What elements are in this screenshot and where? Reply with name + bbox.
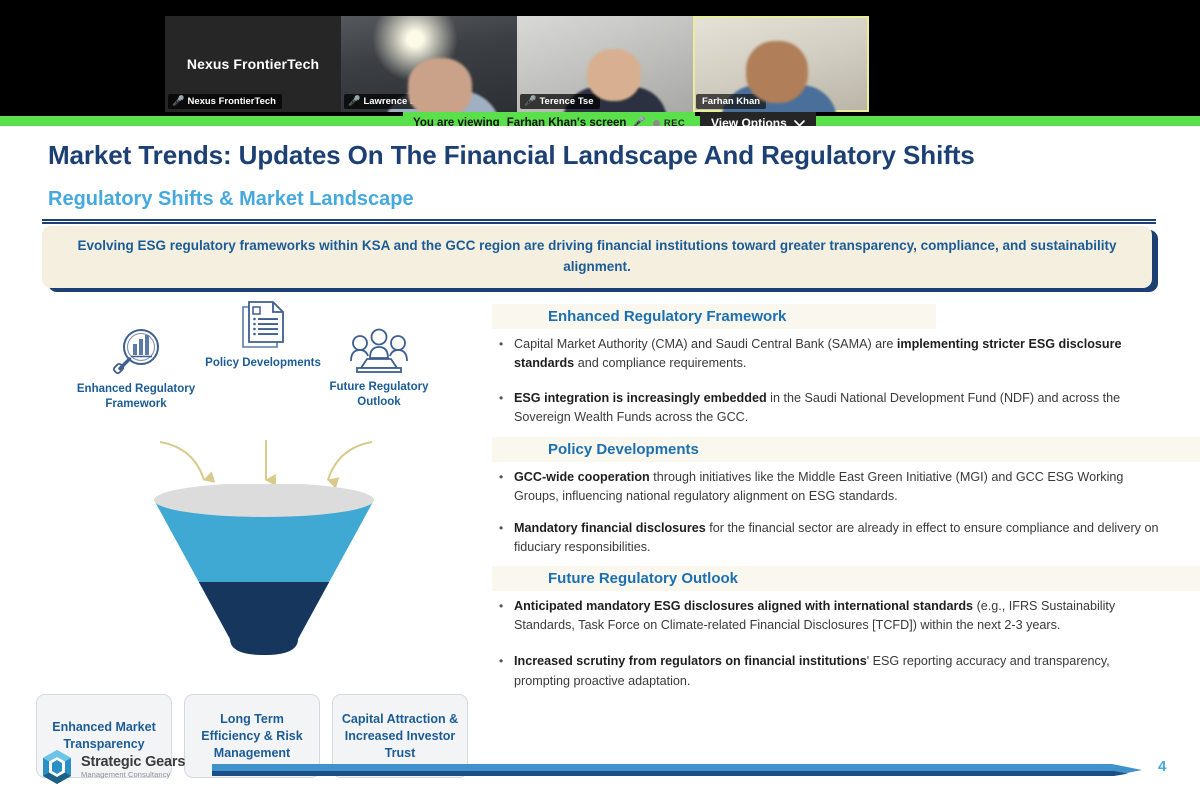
mic-muted-icon: 🎤 xyxy=(348,95,361,107)
section-bullets-0: Capital Market Authority (CMA) and Saudi… xyxy=(492,335,1160,428)
bullet-item: Capital Market Authority (CMA) and Saudi… xyxy=(492,335,1160,373)
mic-muted-icon: 🎤 xyxy=(524,95,537,107)
company-logo: Strategic Gears Management Consultancy xyxy=(40,748,185,786)
hexagon-gear-icon xyxy=(43,750,71,784)
page-number: 4 xyxy=(1158,758,1167,775)
section-heading-0: Enhanced Regulatory Framework xyxy=(492,304,936,329)
participant-tiles: Nexus FrontierTech 🎤 Nexus FrontierTech … xyxy=(165,16,869,112)
participant-name-3: Farhan Khan xyxy=(702,96,761,107)
section-heading-1: Policy Developments xyxy=(492,436,1200,462)
slide-footer: Strategic Gears Management Consultancy 4 xyxy=(0,744,1200,800)
zoom-video-strip: Nexus FrontierTech 🎤 Nexus FrontierTech … xyxy=(0,0,1200,134)
shared-screen: Nexus FrontierTech 🎤 Nexus FrontierTech … xyxy=(0,0,1200,800)
funnel-shape xyxy=(148,483,380,674)
documents-icon xyxy=(200,298,326,352)
participant-tile-0[interactable]: Nexus FrontierTech 🎤 Nexus FrontierTech xyxy=(165,16,341,112)
content-sections: Enhanced Regulatory Framework Capital Ma… xyxy=(492,304,1200,700)
funnel-input-2: Future Regulatory Outlook xyxy=(318,328,440,410)
tile-company-name: Nexus FrontierTech xyxy=(186,56,320,72)
tile-name-label-3: Farhan Khan xyxy=(696,94,767,109)
participant-tile-1[interactable]: 🎤 Lawrence Billson xyxy=(341,16,517,112)
magnifier-bar-chart-icon xyxy=(76,326,196,378)
tile-name-label-2: 🎤 Terence Tse xyxy=(520,94,600,109)
page-title: Market Trends: Updates On The Financial … xyxy=(48,140,975,170)
section-bullets-1: GCC-wide cooperation through initiatives… xyxy=(492,468,1160,558)
logo-name: Strategic Gears xyxy=(81,753,186,770)
callout-banner: Evolving ESG regulatory frameworks withi… xyxy=(42,226,1152,288)
funnel-arrows xyxy=(156,436,376,490)
participant-name-0: Nexus FrontierTech xyxy=(187,96,276,107)
funnel-input-label-1: Policy Developments xyxy=(205,357,321,369)
bullet-item: ESG integration is increasingly embedded… xyxy=(492,389,1160,427)
footer-arrow-bar xyxy=(212,762,1142,778)
title-divider xyxy=(42,219,1156,224)
participant-tile-2[interactable]: 🎤 Terence Tse xyxy=(517,16,693,112)
funnel-input-label-2: Future Regulatory Outlook xyxy=(329,381,429,409)
funnel-input-0: Enhanced Regulatory Framework xyxy=(76,326,196,412)
tile-name-label-1: 🎤 Lawrence Billson xyxy=(344,94,448,109)
logo-text: Strategic Gears Management Consultancy xyxy=(81,753,186,780)
presentation-slide: Market Trends: Updates On The Financial … xyxy=(0,126,1200,800)
participant-tile-3[interactable]: Farhan Khan xyxy=(693,16,869,112)
bullet-item: Anticipated mandatory ESG disclosures al… xyxy=(492,597,1160,635)
funnel-diagram: Enhanced Regulatory Framework Policy Dev… xyxy=(36,301,486,778)
participant-name-1: Lawrence Billson xyxy=(363,96,442,107)
mic-muted-icon: 🎤 xyxy=(172,95,185,107)
slide-subtitle: Regulatory Shifts & Market Landscape xyxy=(48,188,414,210)
tile-name-label-0: 🎤 Nexus FrontierTech xyxy=(168,94,282,109)
participant-name-2: Terence Tse xyxy=(539,96,594,107)
bullet-item: Increased scrutiny from regulators on fi… xyxy=(492,652,1160,690)
funnel-input-label-0: Enhanced Regulatory Framework xyxy=(76,383,196,411)
bullet-item: Mandatory financial disclosures for the … xyxy=(492,519,1160,557)
funnel-input-1: Policy Developments xyxy=(200,298,326,371)
callout-text: Evolving ESG regulatory frameworks withi… xyxy=(77,238,1117,274)
section-bullets-2: Anticipated mandatory ESG disclosures al… xyxy=(492,597,1160,691)
bullet-item: GCC-wide cooperation through initiatives… xyxy=(492,468,1160,506)
people-meeting-icon xyxy=(318,328,440,376)
section-heading-2: Future Regulatory Outlook xyxy=(492,566,1200,592)
logo-tagline: Management Consultancy xyxy=(81,770,171,780)
